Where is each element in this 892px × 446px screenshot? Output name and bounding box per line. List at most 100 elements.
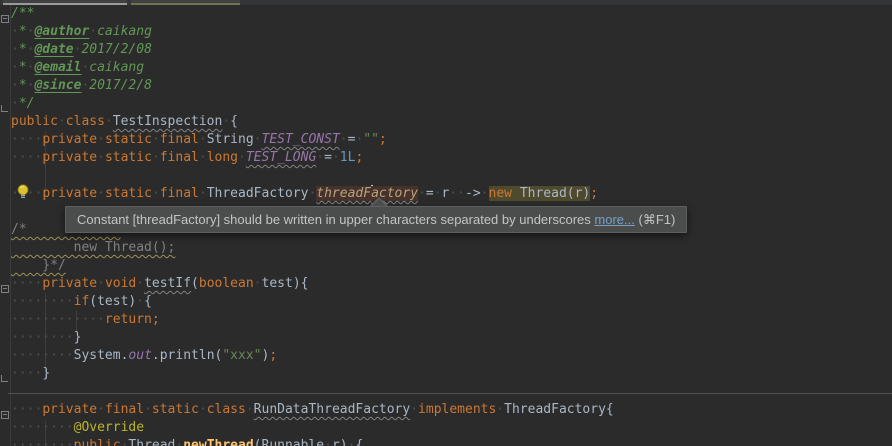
code-line[interactable]: new Thread(); — [11, 239, 892, 257]
code-token: 2017/2/8 — [89, 78, 152, 93]
code-token: · — [199, 132, 207, 147]
code-token: out — [128, 348, 151, 363]
code-token: caikang — [89, 60, 144, 75]
code-token: · — [340, 132, 348, 147]
code-token: ···· — [11, 150, 42, 165]
inspection-tooltip: Constant [threadFactory] should be writt… — [65, 206, 687, 233]
code-token: .println( — [152, 348, 222, 363]
code-token: if — [74, 294, 90, 309]
code-token: · — [11, 24, 19, 39]
code-line[interactable]: ····private·static·final·String·TEST_CON… — [11, 131, 892, 149]
code-line[interactable]: ········@Override — [11, 419, 892, 437]
code-line[interactable]: ········if(test)·{ — [11, 293, 892, 311]
code-token: final — [160, 186, 199, 201]
code-line[interactable]: ········public·Thread·newThread(Runnable… — [11, 437, 892, 446]
code-token: TEST_LONG — [246, 150, 316, 165]
code-token: test — [262, 276, 293, 291]
code-token: · — [238, 150, 246, 165]
code-token: 2017/2/08 — [81, 42, 151, 57]
code-token: static — [105, 132, 152, 147]
code-token: { — [230, 114, 238, 129]
code-token: }*/ — [11, 258, 66, 273]
fold-marker-icon[interactable] — [1, 375, 8, 382]
code-token: · — [418, 186, 426, 201]
code-line[interactable]: ····private·static·final·long·TEST_LONG·… — [11, 149, 892, 167]
code-token: */ — [19, 96, 35, 111]
intention-lightbulb-icon[interactable] — [16, 184, 30, 199]
code-token: ; — [269, 348, 277, 363]
code-token: private — [42, 276, 97, 291]
code-token: ···· — [11, 366, 42, 381]
code-line[interactable] — [11, 167, 892, 185]
code-token: caikang — [97, 24, 152, 39]
code-token: @email — [34, 60, 81, 75]
code-token: "xxx" — [222, 348, 261, 363]
code-line[interactable]: ····} — [11, 365, 892, 383]
code-line[interactable]: public·class·TestInspection·{ — [11, 113, 892, 131]
code-token: } — [74, 330, 82, 345]
code-line[interactable]: ····private·final·static·class·RunDataTh… — [11, 401, 892, 419]
code-token: static — [105, 150, 152, 165]
fold-marker-icon[interactable] — [1, 105, 8, 112]
code-token: · — [152, 132, 160, 147]
code-line[interactable]: ·*·@since·2017/2/8 — [11, 77, 892, 95]
code-token: · — [105, 114, 113, 129]
fold-marker-icon[interactable] — [1, 285, 9, 293]
code-token: · — [199, 186, 207, 201]
code-line[interactable]: ·*·@email·caikang — [11, 59, 892, 77]
code-token: · — [11, 78, 19, 93]
code-token: · — [222, 114, 230, 129]
code-line[interactable]: ····private·void·testIf(boolean·test){ — [11, 275, 892, 293]
code-token: ········ — [11, 294, 74, 309]
tooltip-text: Constant [threadFactory] should be writt… — [77, 212, 594, 227]
tooltip-shortcut: (⌘F1) — [635, 212, 675, 227]
code-token: @date — [34, 42, 73, 57]
code-token: Thread — [128, 438, 175, 446]
code-line[interactable]: }*/ — [11, 257, 892, 275]
fold-marker-icon[interactable] — [1, 15, 9, 23]
code-token: ·· — [449, 186, 465, 201]
code-token: (test) — [89, 294, 136, 309]
code-line[interactable] — [11, 383, 892, 401]
tooltip-more-link[interactable]: more... — [594, 212, 634, 227]
code-token: * — [19, 78, 27, 93]
code-token: return; — [105, 312, 160, 327]
code-token: private — [42, 402, 97, 417]
code-token: · — [324, 438, 332, 446]
code-token: · — [254, 276, 262, 291]
code-line[interactable]: ·*·@date·2017/2/08 — [11, 41, 892, 59]
code-line[interactable]: ········} — [11, 329, 892, 347]
code-token: } — [42, 366, 50, 381]
code-token: private — [42, 132, 97, 147]
code-token: · — [144, 402, 152, 417]
code-token: · — [332, 150, 340, 165]
code-line[interactable]: /** — [11, 5, 892, 23]
code-token: TestInspection — [113, 114, 223, 129]
code-token: testIf — [144, 276, 191, 291]
code-token: · — [136, 276, 144, 291]
code-token: · — [11, 96, 19, 111]
code-token: · — [97, 186, 105, 201]
code-token: = — [324, 150, 332, 165]
code-line[interactable]: ············return; — [11, 311, 892, 329]
code-line[interactable]: ·*·@author·caikang — [11, 23, 892, 41]
code-token: ········ — [11, 438, 74, 446]
code-token: public — [74, 438, 121, 446]
code-token: ; — [355, 150, 363, 165]
code-line[interactable]: ····private·static·final·ThreadFactory·t… — [11, 185, 892, 203]
code-token: = — [426, 186, 434, 201]
code-token: ; — [590, 186, 598, 201]
code-token: public — [11, 114, 58, 129]
code-token: @since — [34, 78, 81, 93]
code-token: class — [66, 114, 105, 129]
code-token: ···· — [11, 132, 42, 147]
code-token: new Thread(); — [11, 240, 175, 255]
fold-marker-icon[interactable] — [1, 411, 9, 419]
code-line[interactable]: ·*/ — [11, 95, 892, 113]
code-token: 1L — [340, 150, 356, 165]
code-line[interactable]: ········System.out.println("xxx"); — [11, 347, 892, 365]
code-token: long — [207, 150, 238, 165]
code-token: · — [316, 150, 324, 165]
code-token: · — [11, 42, 19, 57]
code-token: "" — [363, 132, 379, 147]
